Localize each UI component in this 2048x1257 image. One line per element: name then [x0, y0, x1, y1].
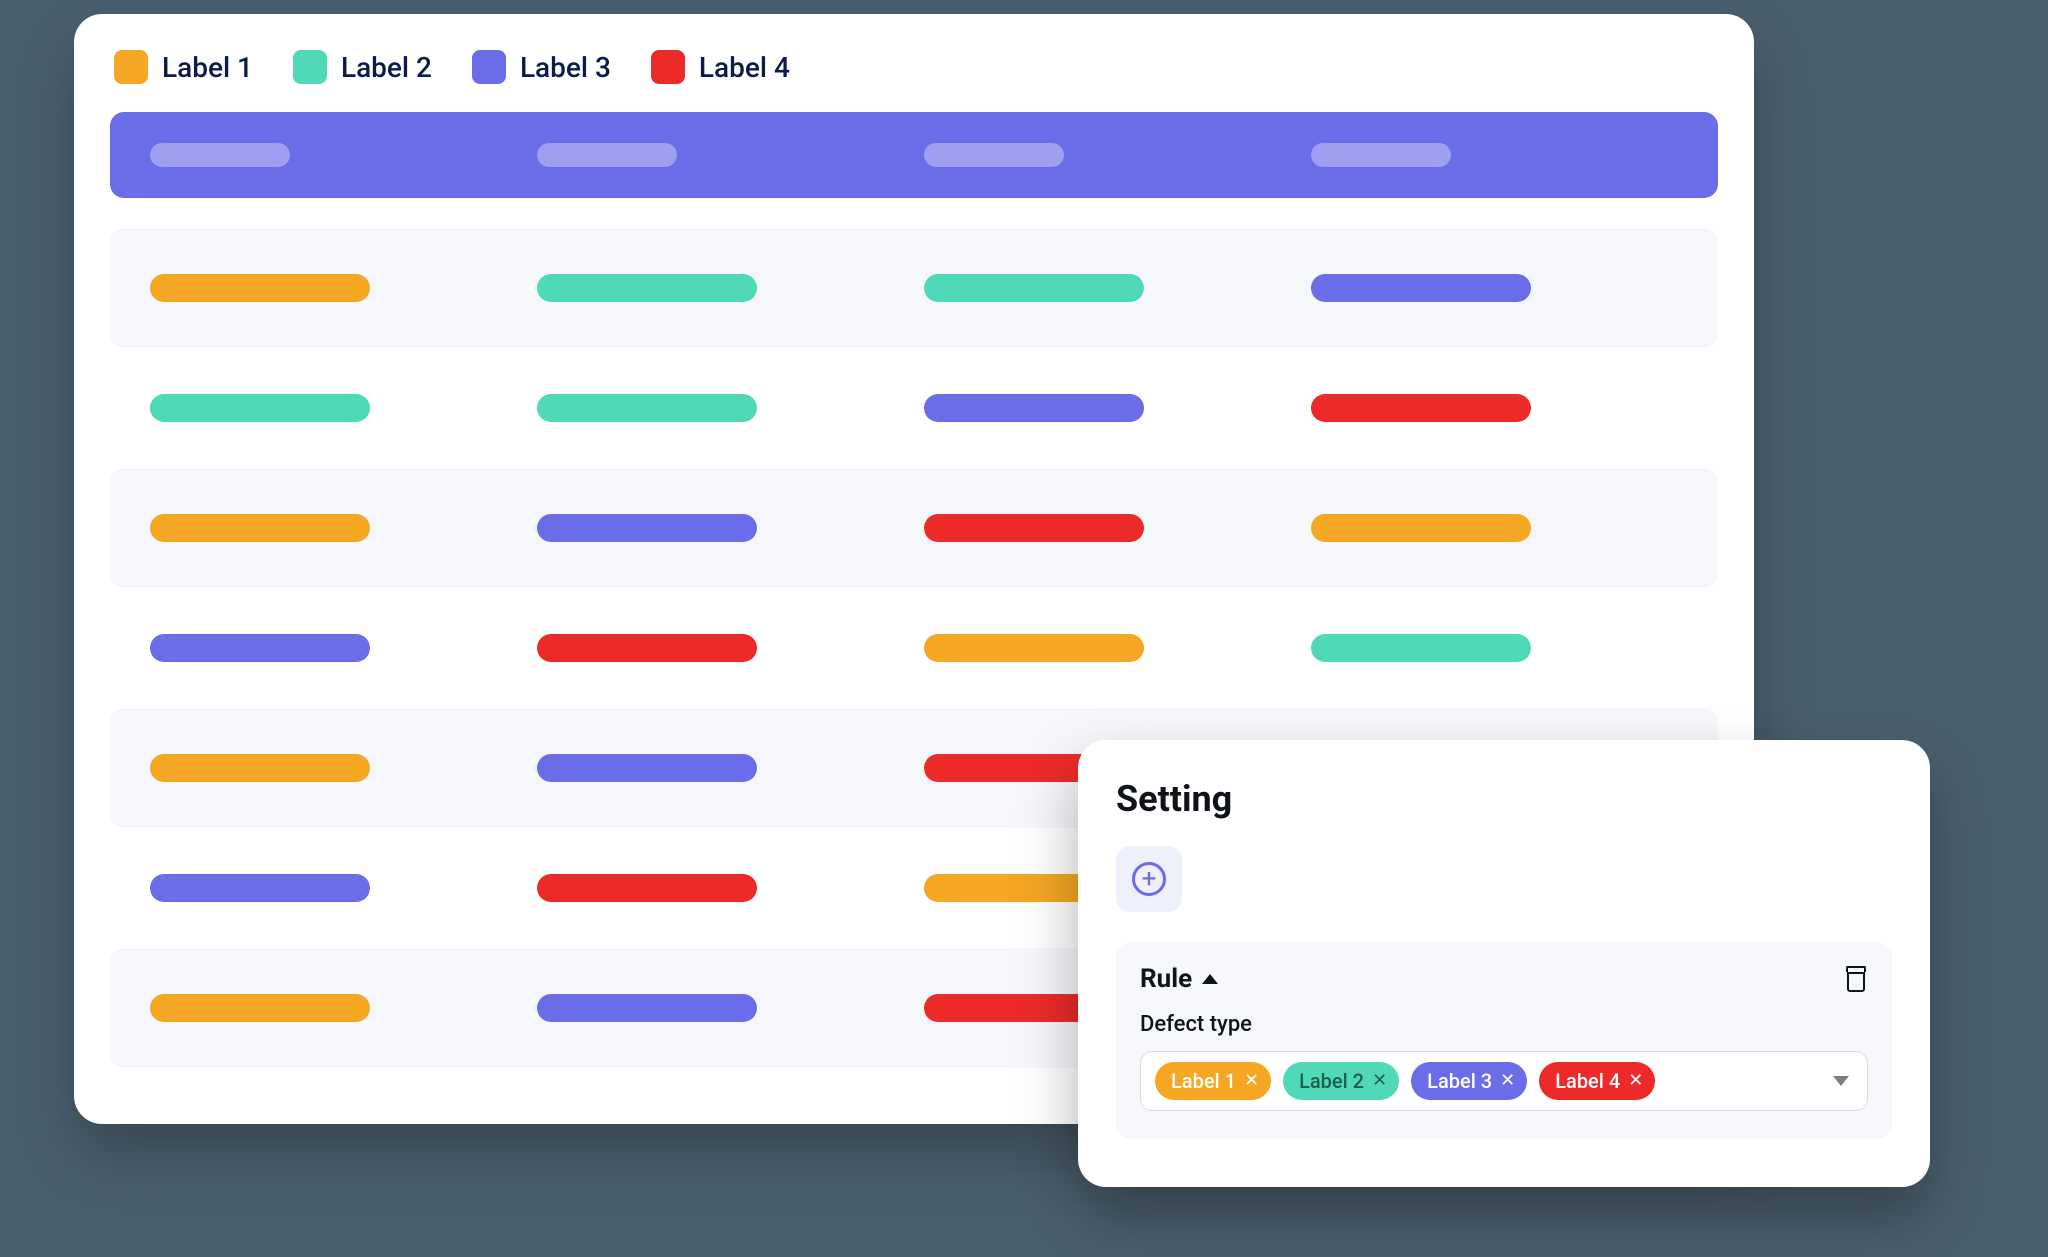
data-pill	[1311, 634, 1531, 662]
table-row	[110, 468, 1718, 588]
legend-swatch	[293, 50, 327, 84]
data-pill	[150, 994, 370, 1022]
chip-label: Label 2	[1299, 1069, 1364, 1093]
chip-label: Label 4	[1555, 1069, 1620, 1093]
legend-label: Label 2	[341, 51, 432, 84]
data-pill	[537, 634, 757, 662]
legend-swatch	[472, 50, 506, 84]
rule-header: Rule	[1140, 964, 1868, 994]
data-pill	[150, 394, 370, 422]
data-pill	[1311, 274, 1531, 302]
chip: Label 3 ✕	[1411, 1062, 1527, 1100]
legend-item: Label 1	[114, 50, 253, 84]
chip: Label 4 ✕	[1539, 1062, 1655, 1100]
defect-type-select[interactable]: Label 1 ✕ Label 2 ✕ Label 3 ✕ Label 4 ✕	[1140, 1051, 1868, 1111]
chevron-down-icon[interactable]	[1833, 1076, 1849, 1086]
plus-icon: +	[1132, 862, 1166, 896]
data-pill	[150, 874, 370, 902]
trash-icon[interactable]	[1844, 966, 1868, 992]
chip-label: Label 1	[1171, 1069, 1236, 1093]
column-header-placeholder	[1311, 143, 1451, 167]
column-header-placeholder	[537, 143, 677, 167]
data-pill	[1311, 394, 1531, 422]
legend: Label 1 Label 2 Label 3 Label 4	[110, 50, 1718, 84]
settings-panel: Setting + Rule Defect type Label 1✕Label…	[1078, 740, 1930, 1187]
data-pill	[537, 394, 757, 422]
column-header-placeholder	[924, 143, 1064, 167]
add-rule-button[interactable]: +	[1116, 846, 1182, 912]
data-pill	[924, 514, 1144, 542]
table-row	[110, 228, 1718, 348]
data-pill	[537, 754, 757, 782]
data-pill	[537, 874, 757, 902]
close-icon[interactable]: ✕	[1372, 1072, 1387, 1090]
legend-item: Label 3	[472, 50, 611, 84]
defect-type-label: Defect type	[1140, 1012, 1868, 1037]
chevron-up-icon	[1202, 974, 1218, 984]
legend-label: Label 1	[162, 51, 253, 84]
data-pill	[150, 514, 370, 542]
data-pill	[924, 394, 1144, 422]
data-pill	[537, 514, 757, 542]
rule-title: Rule	[1140, 964, 1192, 994]
table-row	[110, 588, 1718, 708]
chip: Label 1 ✕	[1155, 1062, 1271, 1100]
data-pill	[150, 274, 370, 302]
legend-swatch	[114, 50, 148, 84]
settings-title: Setting	[1116, 778, 1892, 820]
legend-label: Label 4	[699, 51, 790, 84]
chip: Label 2 ✕	[1283, 1062, 1399, 1100]
close-icon[interactable]: ✕	[1500, 1072, 1515, 1090]
table-row	[110, 348, 1718, 468]
rule-toggle[interactable]: Rule	[1140, 964, 1218, 994]
data-pill	[537, 994, 757, 1022]
rule-block: Rule Defect type Label 1✕Label 2✕Label 3…	[1116, 942, 1892, 1139]
table-header	[110, 112, 1718, 198]
data-pill	[924, 634, 1144, 662]
legend-label: Label 3	[520, 51, 611, 84]
column-header-placeholder	[150, 143, 290, 167]
chip-label: Label 3	[1427, 1069, 1492, 1093]
close-icon[interactable]: ✕	[1628, 1072, 1643, 1090]
legend-item: Label 4	[651, 50, 790, 84]
legend-item: Label 2	[293, 50, 432, 84]
legend-swatch	[651, 50, 685, 84]
close-icon[interactable]: ✕	[1244, 1072, 1259, 1090]
data-pill	[1311, 514, 1531, 542]
data-pill	[924, 274, 1144, 302]
data-pill	[537, 274, 757, 302]
data-pill	[150, 634, 370, 662]
data-pill	[150, 754, 370, 782]
